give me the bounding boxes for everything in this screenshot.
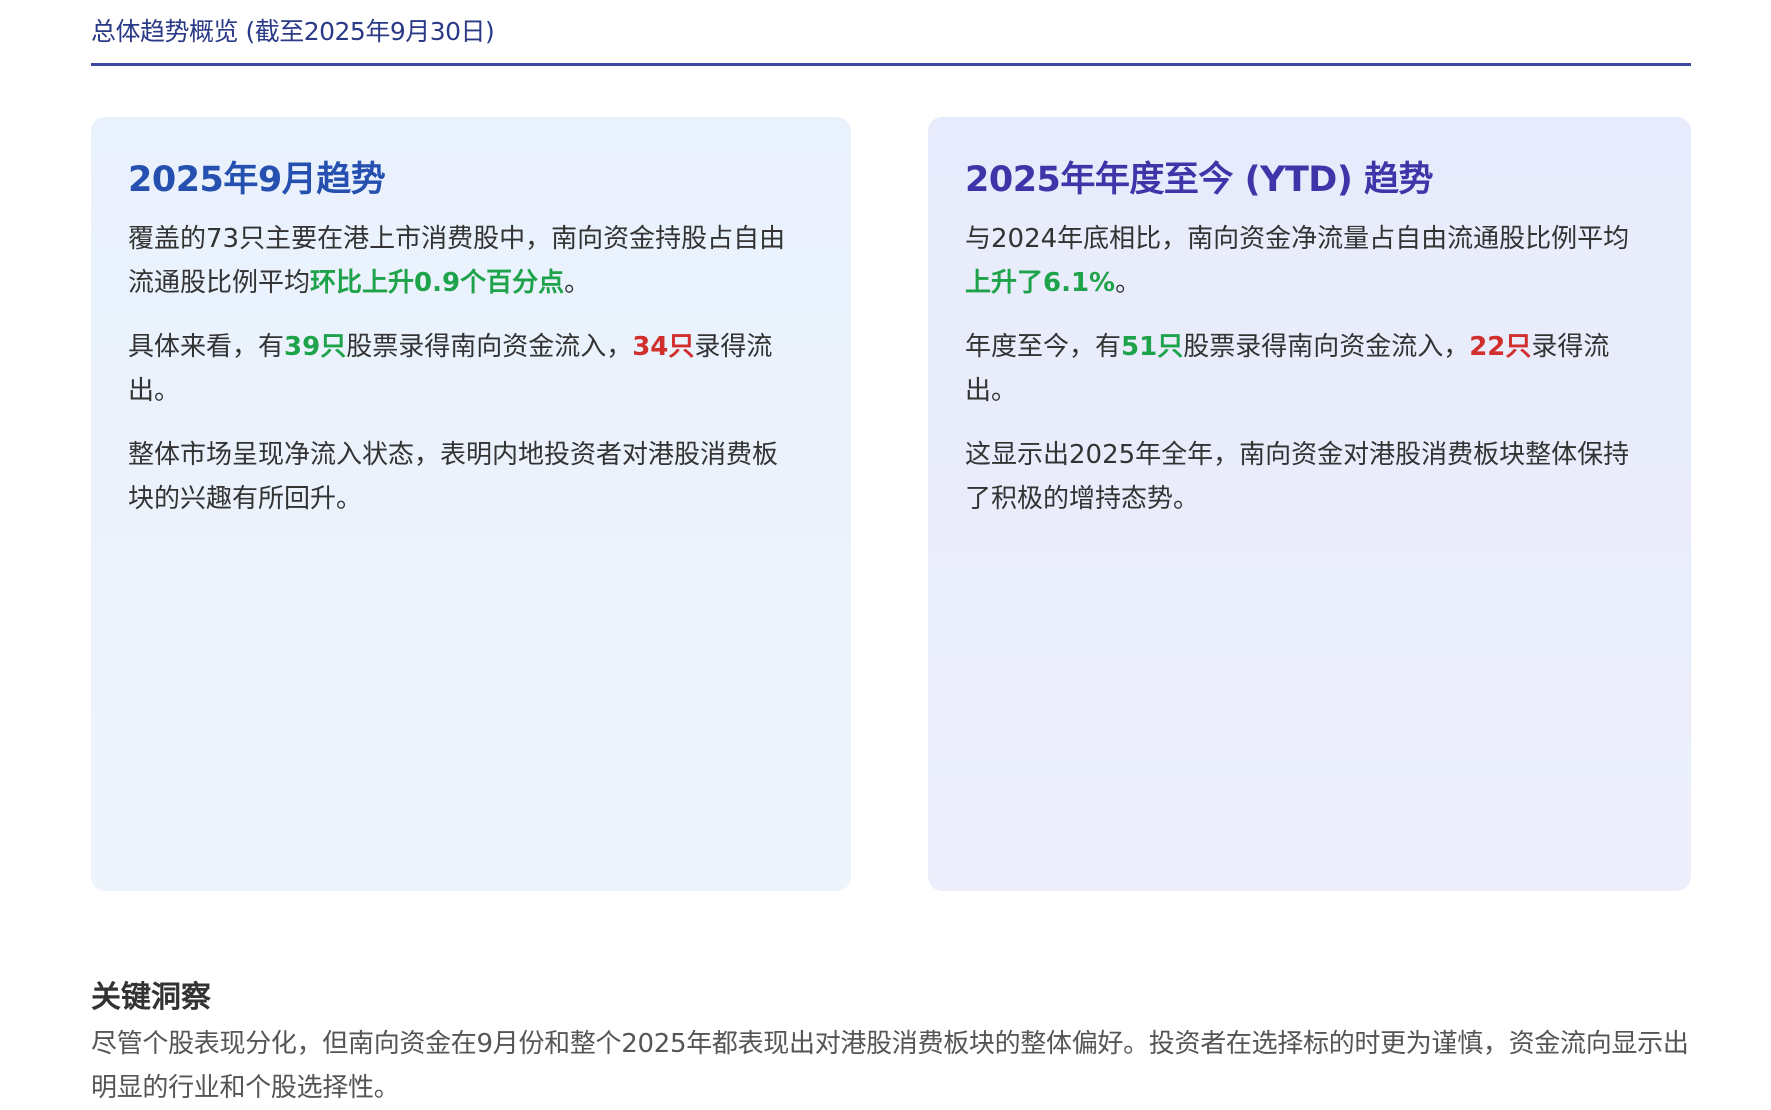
- text: 具体来看，有: [128, 332, 285, 362]
- text: 与2024年底相比，南向资金净流量占自由流通股比例平均: [965, 224, 1630, 254]
- ytd-trend-card: 2025年年度至今 (YTD) 趋势 与2024年底相比，南向资金净流量占自由流…: [928, 117, 1691, 891]
- ratio-change-highlight: 环比上升0.9个百分点: [310, 268, 565, 298]
- inflow-count: 51只: [1121, 332, 1184, 362]
- text: 。: [1115, 268, 1142, 298]
- text: 股票录得南向资金流入，: [1183, 332, 1470, 362]
- ytd-change-highlight: 上升了6.1%: [965, 268, 1116, 298]
- ytd-paragraph-3: 这显示出2025年全年，南向资金对港股消费板块整体保持了积极的增持态势。: [965, 440, 1630, 514]
- text: 年度至今，有: [965, 332, 1122, 362]
- september-paragraph-2: 具体来看，有39只股票录得南向资金流入，34只录得流出。: [128, 325, 800, 413]
- ytd-trend-title: 2025年年度至今 (YTD) 趋势: [965, 160, 1434, 200]
- ytd-paragraph-1: 与2024年底相比，南向资金净流量占自由流通股比例平均上升了6.1%。: [965, 217, 1637, 305]
- key-insight-title: 关键洞察: [91, 980, 211, 1015]
- text: 。: [564, 268, 591, 298]
- page-header-title: 总体趋势概览 (截至2025年9月30日): [91, 17, 495, 46]
- ytd-paragraph-2: 年度至今，有51只股票录得南向资金流入，22只录得流出。: [965, 325, 1637, 413]
- september-paragraph-1: 覆盖的73只主要在港上市消费股中，南向资金持股占自由流通股比例平均环比上升0.9…: [128, 217, 800, 305]
- september-paragraph-3: 整体市场呈现净流入状态，表明内地投资者对港股消费板块的兴趣有所回升。: [128, 440, 779, 514]
- outflow-count: 22只: [1469, 332, 1532, 362]
- header-divider: [91, 63, 1691, 66]
- key-insight-body: 尽管个股表现分化，但南向资金在9月份和整个2025年都表现出对港股消费板块的整体…: [91, 1029, 1689, 1103]
- september-trend-title: 2025年9月趋势: [128, 160, 386, 200]
- text: 股票录得南向资金流入，: [346, 332, 633, 362]
- inflow-count: 39只: [284, 332, 347, 362]
- september-trend-card: 2025年9月趋势 覆盖的73只主要在港上市消费股中，南向资金持股占自由流通股比…: [91, 117, 851, 891]
- outflow-count: 34只: [632, 332, 695, 362]
